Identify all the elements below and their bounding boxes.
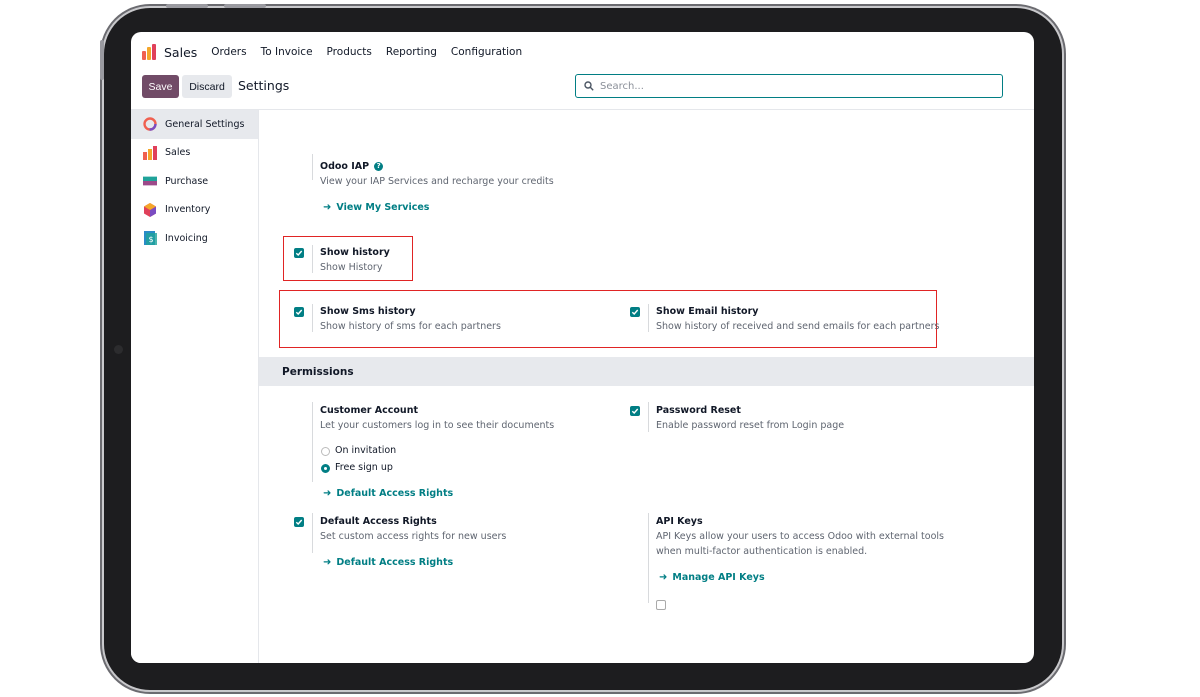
- sidebar-item-purchase[interactable]: Purchase: [131, 167, 258, 196]
- default-access-rights-label: Default Access Rights: [336, 488, 454, 499]
- sidebar-item-label: Invoicing: [165, 232, 208, 244]
- password-reset-desc: Enable password reset from Login page: [656, 420, 845, 431]
- tablet-top-button-left: [166, 4, 208, 8]
- settings-sidebar: General Settings Sales Purchase Inventor…: [131, 110, 259, 663]
- check-icon: [295, 519, 303, 526]
- arrow-right-icon: ➜: [323, 202, 332, 213]
- tablet-top-button-right: [224, 4, 266, 8]
- partial-checkbox[interactable]: [656, 600, 666, 610]
- tablet-side-button: [100, 40, 104, 80]
- default-access-rights-link-1[interactable]: ➜ Default Access Rights: [323, 488, 453, 499]
- nav-reporting[interactable]: Reporting: [386, 46, 437, 58]
- setting-divider: [312, 513, 313, 553]
- tablet-camera: [114, 345, 123, 354]
- setting-divider: [312, 304, 313, 332]
- general-settings-icon: [143, 117, 157, 131]
- manage-api-keys-label: Manage API Keys: [672, 572, 765, 583]
- manage-api-keys-link[interactable]: ➜ Manage API Keys: [659, 572, 765, 583]
- iap-desc: View your IAP Services and recharge your…: [320, 176, 554, 187]
- search-input[interactable]: [600, 80, 980, 92]
- invoicing-app-icon: $: [144, 231, 157, 246]
- view-my-services-link[interactable]: ➜ View My Services: [323, 202, 429, 213]
- discard-button[interactable]: Discard: [182, 75, 232, 98]
- settings-content: Odoo IAP? View your IAP Services and rec…: [259, 110, 1034, 663]
- control-panel: Save Discard Settings: [131, 72, 1034, 110]
- sidebar-item-label: General Settings: [165, 118, 245, 130]
- nav-products[interactable]: Products: [327, 46, 372, 58]
- top-navbar: Sales Orders To Invoice Products Reporti…: [131, 32, 1034, 72]
- default-access-rights-label: Default Access Rights: [336, 557, 454, 568]
- show-history-title: Show history: [320, 247, 390, 258]
- sidebar-item-label: Inventory: [165, 204, 211, 216]
- arrow-right-icon: ➜: [323, 488, 332, 499]
- api-keys-title: API Keys: [656, 516, 703, 527]
- default-access-rights-checkbox[interactable]: [294, 517, 304, 527]
- show-email-history-title: Show Email history: [656, 306, 759, 317]
- save-button[interactable]: Save: [142, 75, 179, 98]
- sidebar-item-label: Purchase: [165, 175, 209, 187]
- default-access-rights-title: Default Access Rights: [320, 516, 437, 527]
- sales-app-icon: [143, 145, 157, 160]
- sales-app-icon[interactable]: [142, 44, 158, 60]
- setting-divider: [648, 513, 649, 603]
- screen: Sales Orders To Invoice Products Reporti…: [131, 32, 1034, 663]
- default-access-rights-desc: Set custom access rights for new users: [320, 531, 507, 542]
- arrow-right-icon: ➜: [659, 572, 668, 583]
- arrow-right-icon: ➜: [323, 557, 332, 568]
- show-history-desc: Show History: [320, 262, 383, 273]
- customer-account-desc: Let your customers log in to see their d…: [320, 420, 555, 431]
- search-box[interactable]: [575, 74, 1003, 98]
- check-icon: [295, 309, 303, 316]
- nav-configuration[interactable]: Configuration: [451, 46, 522, 58]
- breadcrumb: Settings: [238, 78, 290, 93]
- check-icon: [631, 309, 639, 316]
- setting-divider: [648, 304, 649, 332]
- view-my-services-label: View My Services: [336, 202, 430, 213]
- sidebar-item-invoicing[interactable]: $ Invoicing: [131, 224, 258, 253]
- sidebar-item-label: Sales: [165, 147, 191, 159]
- free-sign-up-label[interactable]: Free sign up: [335, 462, 393, 473]
- setting-divider: [312, 245, 313, 273]
- api-keys-desc-line1: API Keys allow your users to access Odoo…: [656, 531, 944, 542]
- check-icon: [295, 250, 303, 257]
- svg-text:$: $: [149, 235, 154, 244]
- sidebar-item-sales[interactable]: Sales: [131, 139, 258, 168]
- app-name[interactable]: Sales: [164, 45, 197, 60]
- free-sign-up-radio[interactable]: [321, 464, 330, 473]
- setting-divider: [312, 402, 313, 482]
- show-sms-history-desc: Show history of sms for each partners: [320, 321, 501, 332]
- setting-divider: [648, 402, 649, 432]
- on-invitation-label[interactable]: On invitation: [335, 445, 396, 456]
- setting-divider: [312, 154, 313, 180]
- show-sms-history-checkbox[interactable]: [294, 307, 304, 317]
- show-email-history-desc: Show history of received and send emails…: [656, 321, 940, 332]
- api-keys-desc-line2: when multi-factor authentication is enab…: [656, 546, 868, 557]
- inventory-app-icon: [144, 202, 156, 217]
- iap-title: Odoo IAP?: [320, 161, 384, 172]
- password-reset-title: Password Reset: [656, 405, 741, 416]
- nav-orders[interactable]: Orders: [211, 46, 246, 58]
- show-history-checkbox[interactable]: [294, 248, 304, 258]
- permissions-section-header: Permissions: [259, 357, 1034, 386]
- customer-account-title: Customer Account: [320, 405, 419, 416]
- show-sms-history-title: Show Sms history: [320, 306, 416, 317]
- on-invitation-radio[interactable]: [321, 447, 330, 456]
- default-access-rights-link-2[interactable]: ➜ Default Access Rights: [323, 557, 453, 568]
- sidebar-item-inventory[interactable]: Inventory: [131, 196, 258, 225]
- iap-title-text: Odoo IAP: [320, 161, 370, 172]
- show-email-history-checkbox[interactable]: [630, 307, 640, 317]
- help-icon[interactable]: ?: [374, 161, 384, 171]
- sidebar-item-general-settings[interactable]: General Settings: [131, 110, 258, 139]
- password-reset-checkbox[interactable]: [630, 406, 640, 416]
- nav-to-invoice[interactable]: To Invoice: [261, 46, 313, 58]
- check-icon: [631, 408, 639, 415]
- purchase-app-icon: [143, 176, 157, 186]
- search-icon: [584, 81, 594, 91]
